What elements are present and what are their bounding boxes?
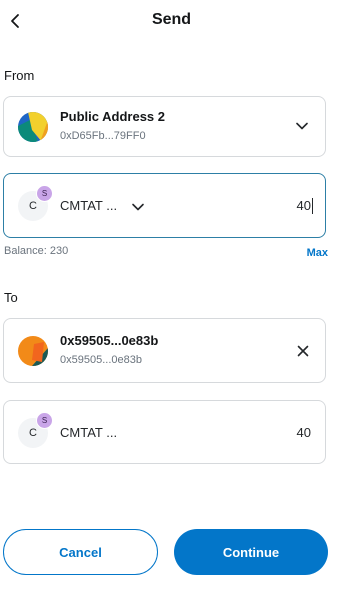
network-badge: S	[36, 412, 53, 429]
chevron-down-icon[interactable]	[295, 119, 309, 133]
amount-input[interactable]: 40	[297, 198, 311, 213]
to-token-symbol: CMTAT ...	[60, 425, 118, 440]
cancel-button[interactable]: Cancel	[3, 529, 158, 575]
to-token-amount-field: C S CMTAT ... 40	[3, 400, 326, 464]
from-label: From	[4, 68, 35, 83]
recipient-address: 0x59505...0e83b	[60, 354, 142, 366]
from-token-amount-field[interactable]: C S CMTAT ... 40	[3, 173, 326, 238]
from-token-symbol[interactable]: CMTAT ...	[60, 198, 117, 213]
from-account-address: 0xD65Fb...79FF0	[60, 130, 146, 142]
network-badge: S	[36, 185, 53, 202]
to-label: To	[4, 290, 18, 305]
recipient-avatar	[18, 336, 48, 366]
recipient-name: 0x59505...0e83b	[60, 333, 159, 348]
text-cursor	[312, 198, 313, 214]
token-chevron-down-icon[interactable]	[131, 200, 145, 214]
account-avatar	[18, 112, 48, 142]
to-amount: 40	[296, 425, 311, 440]
balance-text: Balance: 230	[4, 245, 69, 257]
from-account-selector[interactable]: Public Address 2 0xD65Fb...79FF0	[3, 96, 326, 157]
from-account-name: Public Address 2	[60, 109, 165, 124]
max-button[interactable]: Max	[307, 247, 328, 259]
continue-button[interactable]: Continue	[174, 529, 328, 575]
recipient-card[interactable]: 0x59505...0e83b 0x59505...0e83b	[3, 318, 326, 383]
close-icon[interactable]	[296, 344, 310, 358]
page-title: Send	[151, 11, 192, 28]
